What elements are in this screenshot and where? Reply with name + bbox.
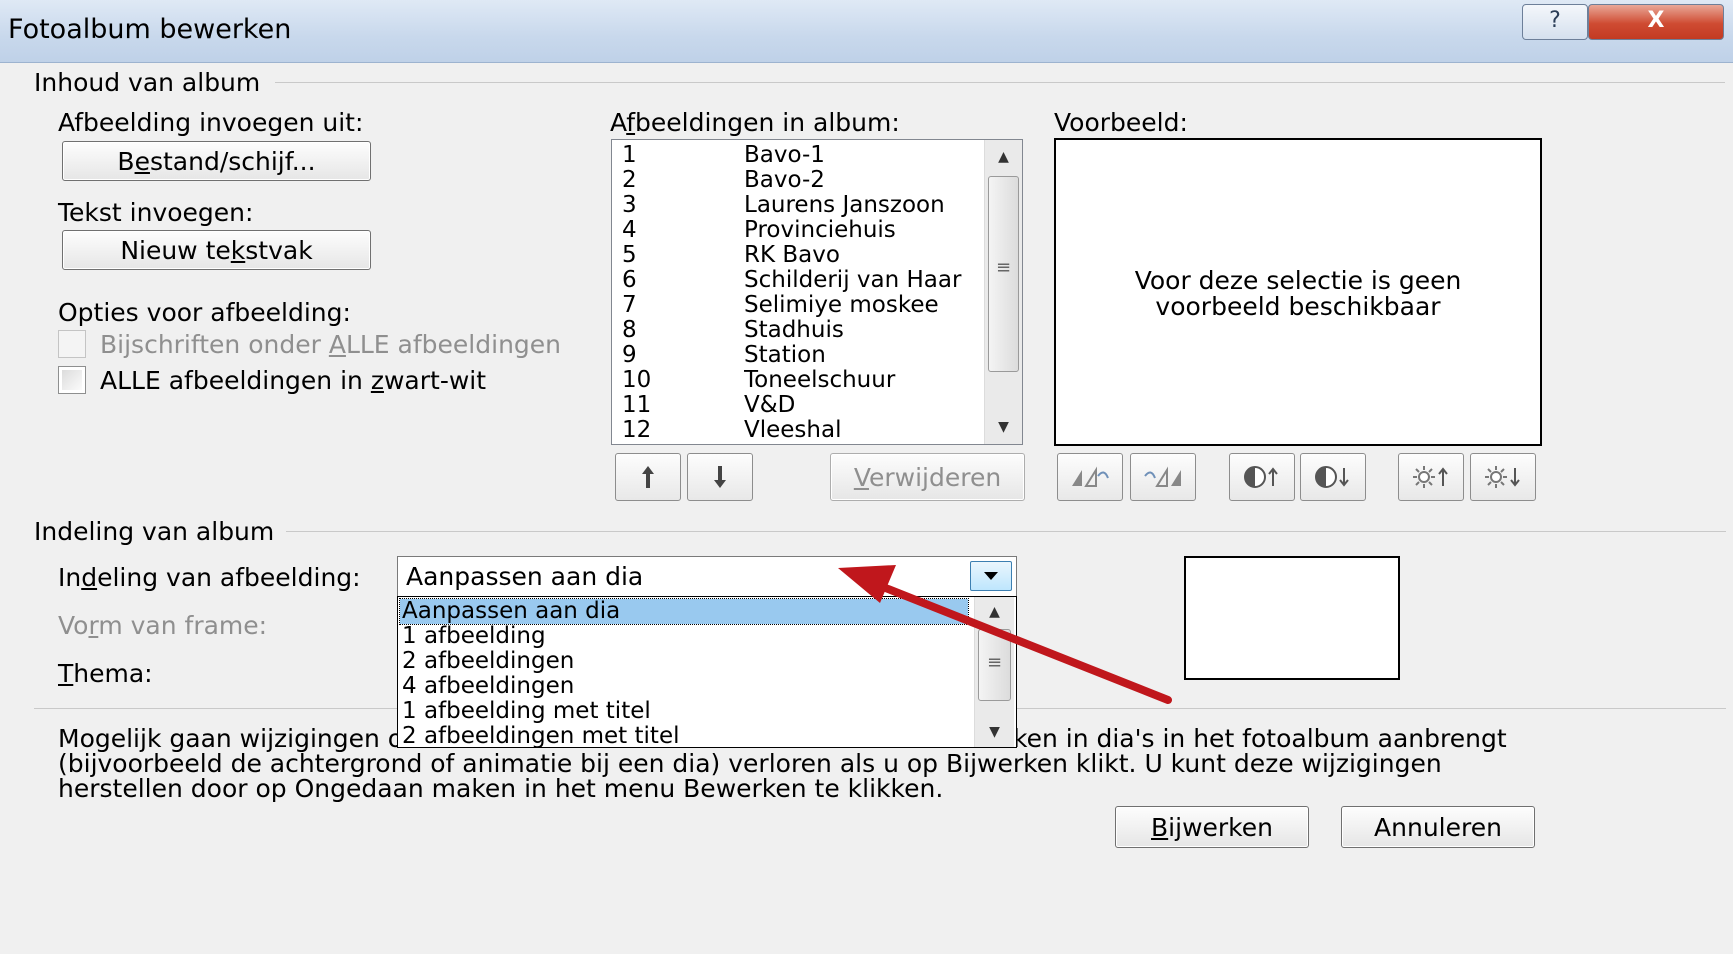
annotation-arrow <box>838 565 1172 704</box>
edit-photo-album-dialog: Fotoalbum bewerken ? X Inhoud van album … <box>0 0 1733 954</box>
